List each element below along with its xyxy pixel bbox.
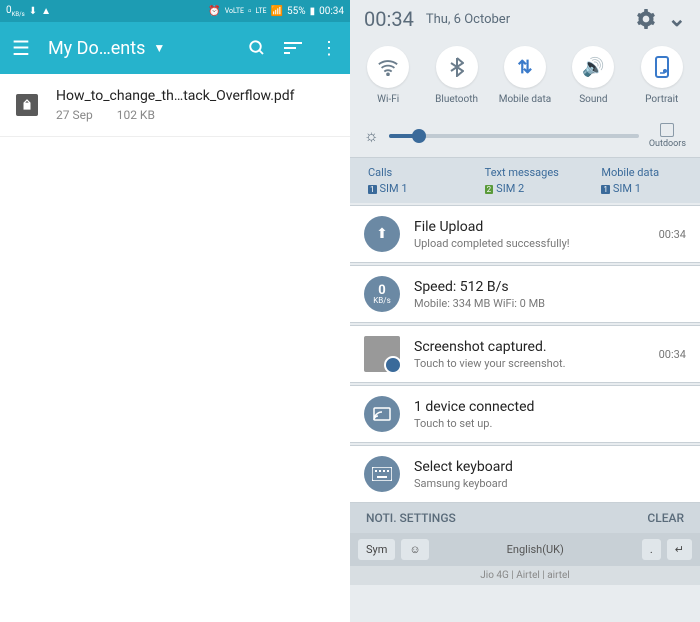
data-icon: ⇅ — [504, 46, 546, 88]
notification-shade: 00:34 Thu, 6 October ⌄ Wi-Fi Bluetooth ⇅… — [350, 0, 700, 622]
settings-icon[interactable] — [636, 9, 656, 29]
volte-icon: VoLTE — [225, 7, 244, 15]
status-bar: 0KB/s ⬇ ▲ ⏰ VoLTE ▫ LTE 📶 55% ▮ 00:34 — [0, 0, 350, 22]
clear-button[interactable]: CLEAR — [647, 511, 684, 525]
cast-icon — [364, 396, 400, 432]
notif-footer: NOTI. SETTINGS CLEAR — [350, 503, 700, 533]
pdf-icon — [16, 94, 38, 116]
emoji-key[interactable]: ☺ — [401, 539, 428, 560]
file-name: How_to_change_th…tack_Overflow.pdf — [56, 88, 334, 104]
mobiledata-toggle[interactable]: ⇅Mobile data — [495, 46, 555, 105]
wifi-icon — [367, 46, 409, 88]
status-time: 00:34 — [319, 6, 344, 17]
left-screen: 0KB/s ⬇ ▲ ⏰ VoLTE ▫ LTE 📶 55% ▮ 00:34 ☰ … — [0, 0, 350, 622]
sym-key[interactable]: Sym — [358, 539, 395, 560]
period-key[interactable]: . — [642, 539, 661, 560]
lang-key[interactable]: English(UK) — [435, 543, 636, 556]
keyboard-row: Sym ☺ English(UK) . ↵ — [350, 533, 700, 566]
portrait-icon — [641, 46, 683, 88]
speed-indicator: 0KB/s — [6, 5, 25, 18]
search-icon[interactable] — [248, 39, 266, 57]
portrait-toggle[interactable]: Portrait — [632, 46, 692, 105]
brightness-settings-icon[interactable]: ☼ — [364, 126, 379, 146]
file-date: 27 Sep — [56, 108, 93, 122]
outdoors-toggle[interactable]: Outdoors — [649, 123, 686, 149]
more-icon[interactable]: ⋮ — [320, 38, 338, 59]
keyboard-icon — [364, 456, 400, 492]
notif-upload[interactable]: ⬆ File UploadUpload completed successful… — [350, 205, 700, 263]
sim-texts[interactable]: Text messages2SIM 2 — [467, 158, 584, 203]
noti-settings-button[interactable]: NOTI. SETTINGS — [366, 511, 456, 525]
file-size: 102 KB — [117, 108, 155, 122]
lte-icon: LTE — [256, 7, 267, 15]
notif-screenshot[interactable]: Screenshot captured.Touch to view your s… — [350, 325, 700, 383]
sort-icon[interactable] — [284, 41, 302, 55]
alarm-icon: ⏰ — [208, 6, 220, 17]
brightness-slider[interactable] — [389, 134, 639, 138]
quick-toggles: Wi-Fi Bluetooth ⇅Mobile data 🔊Sound Port… — [350, 38, 700, 117]
wifi-icon: ▲ — [41, 6, 51, 17]
sound-icon: 🔊 — [572, 46, 614, 88]
shade-time: 00:34 — [364, 7, 414, 31]
bluetooth-toggle[interactable]: Bluetooth — [427, 46, 487, 105]
brightness-row: ☼ Outdoors — [350, 117, 700, 158]
sim-row: Calls1SIM 1 Text messages2SIM 2 Mobile d… — [350, 158, 700, 203]
sim1-icon: ▫ — [248, 6, 252, 17]
wifi-toggle[interactable]: Wi-Fi — [358, 46, 418, 105]
enter-key[interactable]: ↵ — [667, 539, 692, 560]
shade-header: 00:34 Thu, 6 October ⌄ — [350, 0, 700, 38]
dropdown-icon[interactable]: ▼ — [153, 41, 165, 55]
app-title[interactable]: My Do…ents▼ — [48, 38, 230, 59]
notif-keyboard[interactable]: Select keyboardSamsung keyboard — [350, 445, 700, 503]
sim-data[interactable]: Mobile data1SIM 1 — [583, 158, 700, 203]
expand-icon[interactable]: ⌄ — [668, 7, 686, 32]
sound-toggle[interactable]: 🔊Sound — [563, 46, 623, 105]
bluetooth-icon — [436, 46, 478, 88]
sim-calls[interactable]: Calls1SIM 1 — [350, 158, 467, 203]
app-bar: ☰ My Do…ents▼ ⋮ — [0, 22, 350, 74]
download-icon: ⬇ — [29, 6, 37, 17]
speed-icon: 0KB/s — [364, 276, 400, 312]
signal-icon: 📶 — [271, 6, 283, 17]
notif-cast[interactable]: 1 device connectedTouch to set up. — [350, 385, 700, 443]
shade-date: Thu, 6 October — [426, 12, 624, 27]
notif-speed[interactable]: 0KB/s Speed: 512 B/sMobile: 334 MB WiFi:… — [350, 265, 700, 323]
file-row[interactable]: How_to_change_th…tack_Overflow.pdf 27 Se… — [0, 74, 350, 137]
upload-icon: ⬆ — [364, 216, 400, 252]
screenshot-icon — [364, 336, 400, 372]
battery-text: 55% — [287, 6, 306, 17]
carrier-label: Jio 4G | Airtel | airtel — [350, 566, 700, 585]
battery-icon: ▮ — [310, 6, 316, 17]
menu-icon[interactable]: ☰ — [12, 36, 30, 60]
